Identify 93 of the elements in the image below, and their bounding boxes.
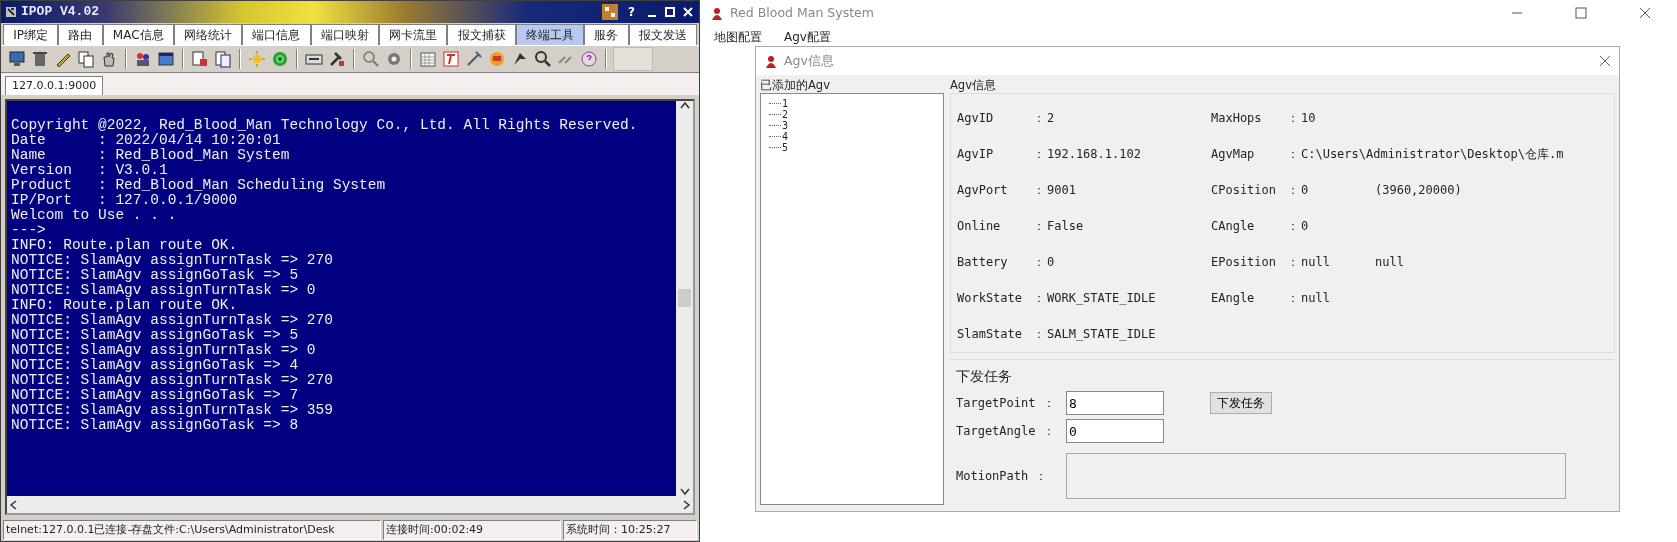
scrollbar-thumb[interactable] <box>678 288 691 307</box>
monitor-icon[interactable] <box>7 49 27 69</box>
tab[interactable]: 路由 <box>58 24 103 45</box>
field-label: AgvID <box>957 110 995 127</box>
close-icon[interactable] <box>1639 7 1651 19</box>
field-label: CPosition <box>1211 182 1278 199</box>
tab[interactable]: 端口信息 <box>242 24 311 45</box>
field-label: TargetPoint ： <box>956 395 1056 412</box>
send-task-button[interactable]: 下发任务 <box>1210 392 1272 414</box>
field-separator: ： <box>1287 182 1300 199</box>
field-value: False <box>1047 218 1085 235</box>
field-value: 0 <box>1047 254 1056 271</box>
tiles-icon[interactable] <box>602 4 619 20</box>
tab[interactable]: 127.0.0.1:9000 <box>5 75 104 95</box>
menu-item[interactable]: Agv配置 <box>784 28 831 42</box>
field-label: Online <box>957 218 1002 235</box>
tab[interactable]: 报文发送 <box>628 24 697 45</box>
field-label: CAngle <box>1211 218 1256 235</box>
toolbar-slot <box>613 47 653 71</box>
window-title: Red Blood Man System <box>730 3 875 22</box>
field-label: Battery <box>957 254 1009 271</box>
field-label: SlamState <box>957 326 1024 343</box>
field-value: null <box>1301 254 1331 271</box>
field-label: EPosition <box>1211 254 1278 271</box>
group-title: Agv信息 <box>950 77 997 93</box>
input-field[interactable]: 0 <box>1066 419 1164 443</box>
help-icon[interactable] <box>579 49 599 69</box>
help-button[interactable]: ? <box>628 3 635 21</box>
field-separator: ： <box>1287 146 1300 163</box>
field-label: EAngle <box>1211 290 1256 307</box>
field-separator: ： <box>1033 182 1046 199</box>
tab[interactable]: 服务 <box>584 24 629 45</box>
window-title: IPOP V4.02 <box>21 3 100 22</box>
field-label: AgvPort <box>957 182 1009 199</box>
tab[interactable]: MAC信息 <box>102 24 174 45</box>
field-separator: ： <box>1033 146 1046 163</box>
maximize-icon[interactable] <box>663 5 677 19</box>
status-text: 连接时间:00:02:49 <box>383 520 561 540</box>
field-separator: ： <box>1287 218 1300 235</box>
tab[interactable]: 报文捕获 <box>447 24 516 45</box>
close-icon[interactable] <box>681 5 695 19</box>
field-separator: ： <box>1033 218 1046 235</box>
search-icon[interactable] <box>533 49 553 69</box>
field-value: 10 <box>1301 110 1317 127</box>
field-separator: ： <box>1033 326 1046 343</box>
documents-icon[interactable] <box>213 49 233 69</box>
field-value: 192.168.1.102 <box>1047 146 1142 163</box>
trash-icon[interactable] <box>30 49 50 69</box>
field-value: (3960,20000) <box>1375 182 1462 199</box>
input-field[interactable]: 8 <box>1066 391 1164 415</box>
status-text: telnet:127.0.0.1已连接-存盘文件:C:\Users\Administrator\Desk <box>3 520 381 540</box>
field-value: 0 <box>1301 218 1310 235</box>
field-separator: ： <box>1287 290 1300 307</box>
calendar-icon[interactable] <box>418 49 438 69</box>
field-separator: ： <box>1287 254 1300 271</box>
group-title: 已添加的Agv <box>760 77 831 93</box>
status-text: 系统时间：10:25:27 <box>563 520 697 540</box>
dialog-title: Agv信息 <box>784 51 835 70</box>
field-label: AgvMap <box>1211 146 1256 163</box>
field-value: 9001 <box>1047 182 1077 199</box>
tab[interactable]: IP绑定 <box>3 24 59 45</box>
zoom-in-icon[interactable] <box>361 49 381 69</box>
field-label: WorkState <box>957 290 1024 307</box>
document-icon[interactable] <box>190 49 210 69</box>
copy-icon[interactable] <box>76 49 96 69</box>
field-separator: ： <box>1033 290 1046 307</box>
field-value: SALM_STATE_IDLE <box>1047 326 1157 343</box>
window-icon[interactable] <box>156 49 176 69</box>
field-value: WORK_STATE_IDLE <box>1047 290 1157 307</box>
tab[interactable]: 端口映射 <box>310 24 379 45</box>
field-label: MaxHops <box>1211 110 1263 127</box>
field-value: C:\Users\Administrator\Desktop\仓库.m <box>1301 146 1564 163</box>
app-icon <box>5 6 17 18</box>
target-icon[interactable] <box>270 49 290 69</box>
text-icon[interactable] <box>441 49 461 69</box>
field-separator: ： <box>1287 110 1300 127</box>
field-value: null <box>1375 254 1404 271</box>
field-value: 0 <box>1301 182 1310 199</box>
field-label: TargetAngle ： <box>956 423 1056 440</box>
field-label: MotionPath ： <box>956 468 1049 485</box>
field-value: null <box>1301 290 1331 307</box>
tab[interactable]: 终端工具 <box>515 24 585 45</box>
field-separator: ： <box>1033 254 1046 271</box>
tab[interactable]: 网络统计 <box>173 24 243 45</box>
vertical-scrollbar[interactable] <box>676 101 693 496</box>
horizontal-scrollbar[interactable] <box>7 496 693 513</box>
field-label: AgvIP <box>957 146 995 163</box>
section-title: 下发任务 <box>956 367 1013 386</box>
menu-item[interactable]: 地图配置 <box>714 28 762 42</box>
field-value: 2 <box>1047 110 1056 127</box>
field-separator: ： <box>1033 110 1046 127</box>
tab[interactable]: 网卡流里 <box>378 24 448 45</box>
console-output: Copyright @2022, Red_Blood_Man Technology Co., Ltd. All Rights Reserved. Date : 2022/04/14 10:20:01 Name : Red_Blood_Man System Version : V3.0.1 Product : Red_Blood_Man Scheduling System IP/Port : 127.0.0.1/9000 Welcom to Use . . . ---> INFO: Route.plan route OK. NOTICE: SlamAgv assignTurnTask => 270 NOTICE: SlamAgv assignGoTask => 5 NOTICE: SlamAgv assignTurnTask => 0 INFO: Route.plan route OK. NOTICE: SlamAgv assignTurnTask => 270 NOTICE: SlamAgv assignGoTask => 5 NOTICE: SlamAgv assignTurnTask => 0 NOTICE: SlamAgv assignGoTask => 4 NOTICE: SlamAgv assignTurnTask => 270 NOTICE: SlamAgv assignGoTask => 7 NOTICE: SlamAgv assignTurnTask => 359 NOTICE: SlamAgv assignGoTask => 8 <box>7 101 676 496</box>
